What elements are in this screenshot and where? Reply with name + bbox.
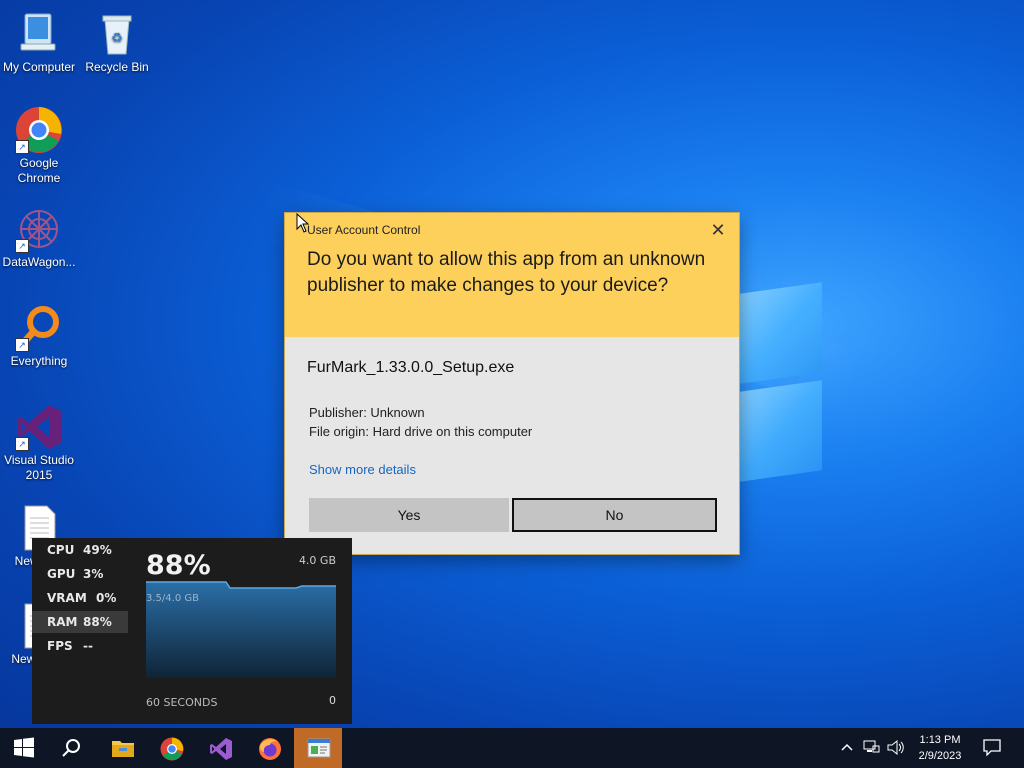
uac-file-origin: File origin: Hard drive on this computer — [309, 424, 533, 439]
perf-row-cpu[interactable]: CPU 49% — [32, 539, 128, 561]
taskbar: 1:13 PM 2/9/2023 — [0, 728, 1024, 768]
perf-metric-name: GPU — [47, 567, 76, 581]
file-explorer-icon — [112, 741, 134, 757]
uac-question: Do you want to allow this app from an un… — [307, 249, 706, 296]
show-more-details-link[interactable]: Show more details — [309, 462, 416, 477]
network-icon — [863, 740, 880, 753]
desktop-icon-visual-studio[interactable]: ↗ Visual Studio 2015 — [1, 403, 77, 483]
clock-time: 1:13 PM — [919, 734, 961, 746]
taskbar-chrome[interactable] — [147, 728, 195, 768]
clock-date: 2/9/2023 — [918, 750, 962, 762]
perf-row-fps[interactable]: FPS -- — [32, 635, 128, 657]
taskbar-clock[interactable]: 1:13 PM 2/9/2023 — [910, 732, 970, 764]
start-icon — [14, 737, 34, 758]
action-center-button[interactable] — [978, 728, 1008, 768]
installer-icon — [307, 738, 331, 758]
desktop-icon-everything[interactable]: ↗ Everything — [1, 304, 77, 369]
perf-metric-name: FPS — [47, 639, 73, 653]
desktop-icon-label: Google Chrome — [17, 156, 61, 185]
desktop-icon-label: Everything — [10, 354, 68, 368]
mouse-cursor-icon — [296, 213, 310, 233]
search-button[interactable] — [48, 728, 96, 768]
shortcut-arrow-icon: ↗ — [15, 437, 29, 451]
chrome-icon: ↗ — [15, 106, 63, 154]
desktop-icon-google-chrome[interactable]: ↗ Google Chrome — [1, 106, 77, 186]
perf-metric-value: 49% — [83, 543, 112, 557]
perf-row-gpu[interactable]: GPU 3% — [32, 563, 128, 585]
chrome-icon — [160, 737, 184, 761]
desktop-icon-my-computer[interactable]: My Computer — [1, 10, 77, 75]
perf-used-label: 3.5/4.0 GB — [146, 593, 199, 604]
perf-row-ram[interactable]: RAM 88% — [32, 611, 128, 633]
uac-publisher-info: Publisher: Unknown File origin: Hard dri… — [309, 403, 532, 441]
start-button[interactable] — [0, 728, 48, 768]
desktop-icon-label: DataWagon... — [2, 255, 76, 269]
perf-time-label: 60 SECONDS — [146, 696, 218, 709]
no-button[interactable]: No — [512, 498, 717, 532]
perf-metric-name: VRAM — [47, 591, 87, 605]
shortcut-arrow-icon: ↗ — [15, 239, 29, 253]
notification-icon — [983, 739, 1001, 756]
perf-metric-name: RAM — [47, 615, 78, 629]
visual-studio-icon: ↗ — [15, 403, 63, 451]
uac-title: User Account Control — [307, 223, 421, 237]
visual-studio-icon — [210, 738, 232, 760]
shortcut-arrow-icon: ↗ — [15, 140, 29, 154]
volume-icon — [887, 740, 904, 755]
taskbar-visual-studio[interactable] — [196, 728, 244, 768]
wallpaper-windows-logo — [740, 282, 824, 482]
close-button[interactable]: ✕ — [707, 219, 729, 241]
search-icon — [62, 739, 80, 757]
volume-tray-button[interactable] — [884, 728, 906, 768]
shortcut-arrow-icon: ↗ — [15, 338, 29, 352]
network-tray-button[interactable] — [860, 728, 882, 768]
chevron-up-icon — [841, 743, 853, 751]
desktop-icon-recycle-bin[interactable]: ♻ Recycle Bin — [79, 10, 155, 75]
perf-metric-name: CPU — [47, 543, 75, 557]
perf-row-vram[interactable]: VRAM 0% — [32, 587, 128, 609]
perf-max-label: 4.0 GB — [298, 554, 336, 567]
uac-dialog: User Account Control ✕ Do you want to al… — [285, 213, 739, 554]
show-hidden-icons-button[interactable] — [838, 728, 856, 768]
taskbar-installer[interactable] — [294, 728, 342, 768]
desktop-icon-label: Visual Studio 2015 — [4, 453, 74, 482]
perf-metric-value: 3% — [83, 567, 104, 581]
taskbar-firefox[interactable] — [245, 728, 293, 768]
uac-publisher: Publisher: Unknown — [309, 405, 425, 420]
desktop-icon-datawagon[interactable]: ↗ DataWagon... — [1, 205, 77, 270]
perf-metric-value: -- — [83, 639, 93, 653]
perf-min-label: 0 — [329, 694, 336, 707]
computer-icon — [15, 10, 63, 58]
svg-text:♻: ♻ — [111, 30, 123, 45]
uac-app-name: FurMark_1.33.0.0_Setup.exe — [307, 359, 515, 376]
yes-button[interactable]: Yes — [309, 498, 509, 532]
desktop-icon-label: My Computer — [2, 60, 76, 74]
taskbar-file-explorer[interactable] — [98, 728, 146, 768]
desktop-icon-label: Recycle Bin — [85, 60, 149, 74]
everything-search-icon: ↗ — [15, 304, 63, 352]
perf-metric-value: 0% — [96, 591, 117, 605]
perf-big-value: 88% — [146, 550, 211, 581]
perf-metric-value: 88% — [83, 615, 112, 629]
uac-header: User Account Control ✕ Do you want to al… — [285, 213, 739, 337]
firefox-icon — [259, 738, 281, 760]
performance-overlay: CPU 49% GPU 3% VRAM 0% RAM 88% FPS -- 88… — [32, 538, 352, 724]
recycle-bin-icon: ♻ — [93, 10, 141, 58]
datawagon-icon: ↗ — [15, 205, 63, 253]
